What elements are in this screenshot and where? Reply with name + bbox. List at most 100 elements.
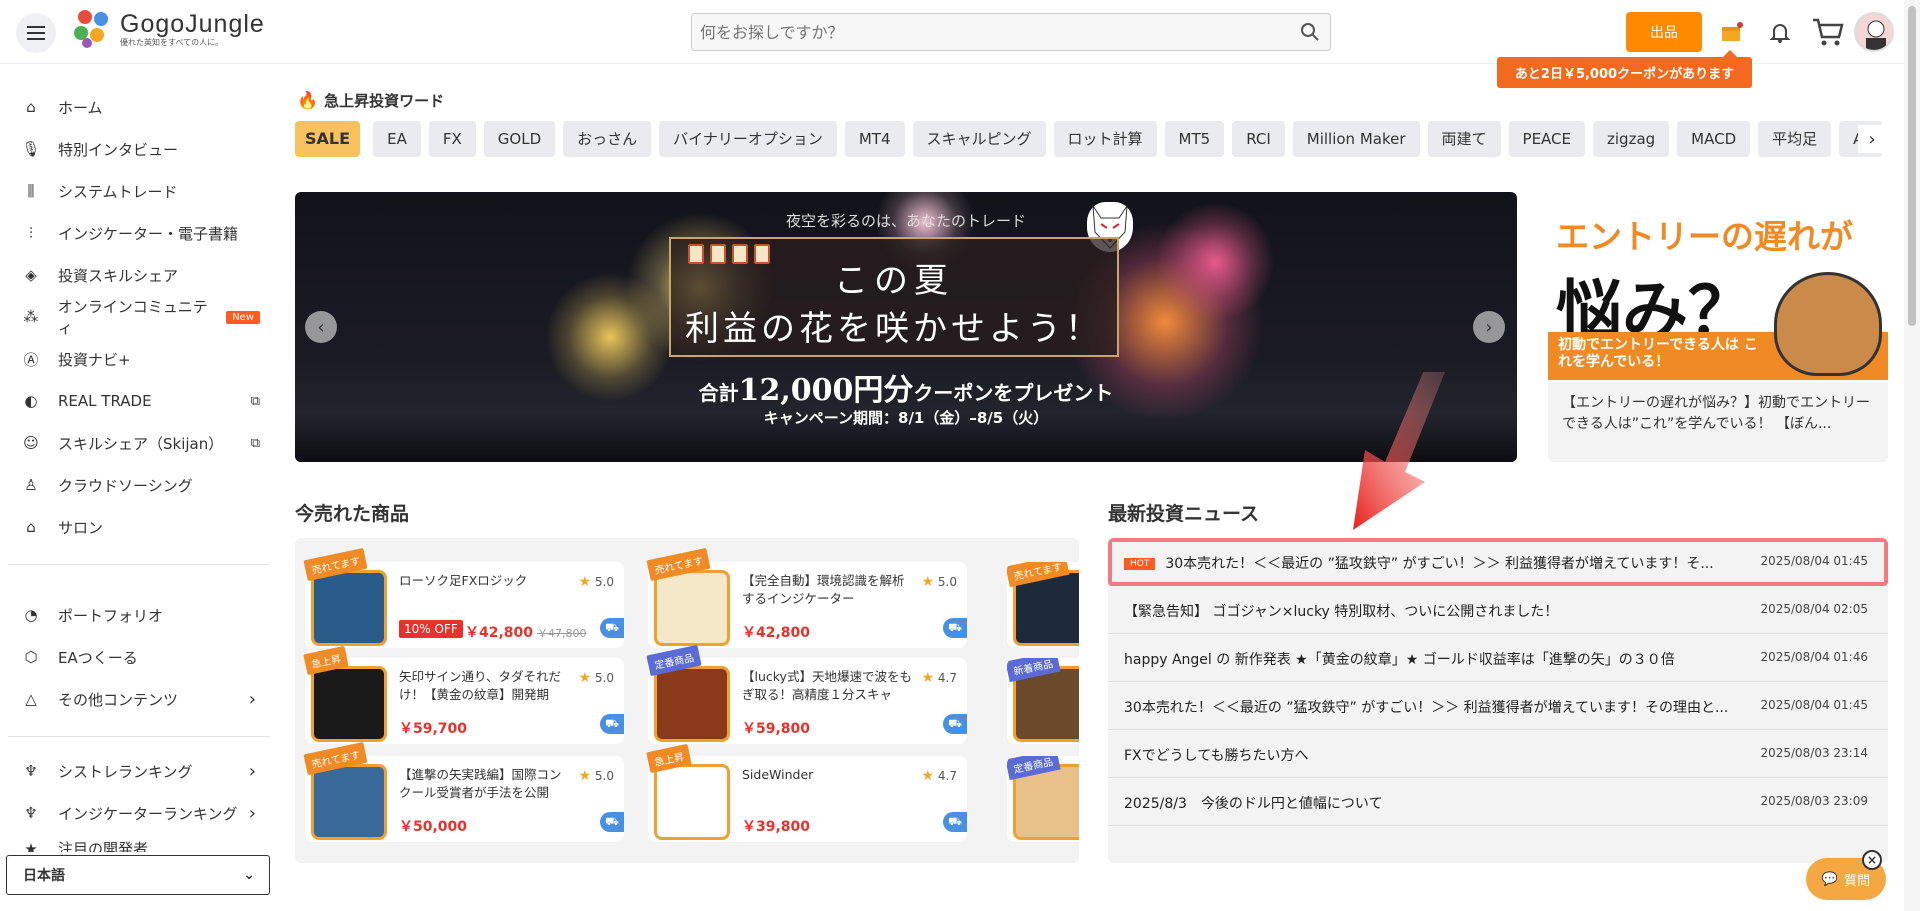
news-item[interactable]: 30本売れた！＜＜最近の ”猛攻鉄守” がすごい！＞＞ 利益獲得者が増えています…	[1108, 682, 1888, 730]
search-icon[interactable]	[1300, 22, 1320, 42]
hero-coupon-amount: 12,000円分	[738, 373, 914, 408]
carousel-prev-icon[interactable]: ‹	[305, 311, 337, 343]
trend-chip[interactable]: MT4	[844, 121, 905, 157]
sidebar-item[interactable]: ⌂ サロン	[20, 512, 260, 542]
sidebar-item[interactable]: ♙ クラウドソーシング	[20, 470, 260, 500]
sidebar-item[interactable]: △ その他コンテンツ ›	[20, 684, 260, 714]
coupon-tooltip[interactable]: あと2日￥5,000クーポンがあります	[1497, 50, 1752, 88]
news-item[interactable]: FXでどうしても勝ちたい方へ 2025/08/03 23:14	[1108, 730, 1888, 778]
logo-mark	[72, 8, 114, 50]
trend-chip[interactable]: RCI	[1232, 121, 1285, 157]
trend-chip[interactable]: MACD	[1677, 121, 1751, 157]
product-name: 【進撃の矢実践編】国際コンクール受賞者が手法を公開『日...	[399, 767, 562, 804]
skijan-icon: ☺	[23, 434, 39, 452]
promo-caption: 【エントリーの遅れが悩み？】初動でエントリーできる人は”これ”を学んでいる！ 【…	[1562, 395, 1870, 432]
trend-title: 🔥 急上昇投資ワード	[297, 90, 444, 111]
news-item[interactable]: HOT 30本売れた！＜＜最近の ”猛攻鉄守” がすごい！＞＞ 利益獲得者が増えて…	[1108, 538, 1888, 586]
sidebar-item-label: ポートフォリオ	[58, 606, 164, 625]
news-item[interactable]: 2025/8/3 今後のドル円と値幅について 2025/08/03 23:09	[1108, 778, 1888, 826]
star-icon: ★	[24, 840, 38, 852]
cart-icon[interactable]: ⛟	[943, 812, 967, 832]
cart-icon[interactable]: ⛟	[600, 618, 624, 638]
close-icon[interactable]: ×	[1862, 850, 1882, 870]
external-link-icon: ⧉	[250, 435, 260, 451]
trend-chip[interactable]: Million Maker	[1292, 121, 1420, 157]
rating-value: 5.0	[594, 671, 614, 685]
trend-chip[interactable]: ロット計算	[1053, 121, 1157, 157]
cart-icon[interactable]: ⛟	[943, 618, 967, 638]
news-title: FXでどうしても勝ちたい方へ	[1124, 745, 1754, 765]
cart-icon[interactable]	[1810, 18, 1846, 46]
product-card[interactable]: 定番商品【lucky式】天地爆速で波をもぎ取る！高精度１分スキャル！★ 4.7￥…	[646, 644, 967, 744]
navi-icon: Ⓐ	[23, 350, 39, 369]
carousel-next-icon[interactable]: ›	[1473, 311, 1505, 343]
trend-chip[interactable]: おっさん	[563, 121, 652, 157]
portfolio-icon: ◔	[24, 606, 38, 624]
chevron-down-icon: ⌄	[243, 867, 255, 883]
cart-icon[interactable]: ⛟	[600, 812, 624, 832]
sidebar-item[interactable]: ★ 注目の開発者	[20, 838, 260, 852]
sidebar-item[interactable]: ☺ スキルシェア（Skijan） ⧉	[20, 428, 260, 458]
sidebar-divider	[8, 736, 270, 737]
news-item[interactable]: 【緊急告知】 ゴゴジャン×lucky 特別取材、ついに公開されました！ 2025/…	[1108, 586, 1888, 634]
sell-button[interactable]: 出品	[1626, 12, 1702, 52]
chat-icon: 💬	[1821, 871, 1839, 887]
chevron-right-icon: ›	[248, 760, 256, 782]
product-card-partial[interactable]: 売れてます	[1007, 562, 1079, 648]
sidebar-item[interactable]: ⬡ EAつくーる	[20, 642, 260, 672]
search-input[interactable]	[692, 14, 1272, 50]
product-name: 【完全自動】環境認識を解析するインジケーター『AUTO...	[742, 573, 905, 610]
trend-chip[interactable]: EA	[373, 121, 421, 157]
coupon-icon[interactable]	[1718, 18, 1746, 46]
rating-value: 5.0	[594, 575, 614, 589]
sidebar-item[interactable]: ◔ ポートフォリオ	[20, 600, 260, 630]
trend-chip[interactable]: FX	[428, 121, 476, 157]
trend-chip[interactable]: GOLD	[483, 121, 556, 157]
cart-icon[interactable]: ⛟	[943, 714, 967, 734]
sidebar-item[interactable]: Ⓐ 投資ナビ+	[20, 344, 260, 374]
language-select[interactable]: 日本語 ⌄	[6, 855, 270, 895]
trend-chip[interactable]: MT5	[1164, 121, 1225, 157]
product-card[interactable]: 売れてます【完全自動】環境認識を解析するインジケーター『AUTO...★ 5.0…	[646, 547, 967, 648]
sidebar-item[interactable]: 🎙 特別インタビュー	[20, 134, 260, 164]
product-card-partial[interactable]: 新着商品	[1007, 658, 1079, 744]
sidebar-item[interactable]: ⌂ ホーム	[20, 92, 260, 122]
hot-badge: HOT	[1124, 558, 1156, 570]
product-card-partial[interactable]: 定番商品	[1007, 756, 1079, 842]
product-card[interactable]: 急上昇 SideWinder ★ 4.7 ￥39,800 ⛟	[646, 743, 967, 842]
logo[interactable]: GogoJungle 優れた英知をすべての人に。	[72, 8, 265, 50]
trend-chips: SALE EA FX GOLD おっさん バイナリーオプション MT4 スキャルピング ロット…	[295, 121, 1885, 157]
trend-chip[interactable]: zigzag	[1593, 121, 1670, 157]
product-card[interactable]: 売れてます ローソク足FXロジック ★ 5.0 10% OFF ￥42,800 ￥47,8…	[303, 547, 624, 648]
chevron-right-icon[interactable]: ›	[1858, 125, 1886, 153]
cart-icon[interactable]: ⛟	[600, 714, 624, 734]
trend-chip[interactable]: スキャルピング	[912, 121, 1046, 157]
trend-chip[interactable]: 両建て	[1427, 121, 1501, 157]
chip-sale[interactable]: SALE	[295, 121, 361, 157]
sidebar-item[interactable]: ◐ REAL TRADE ⧉	[20, 386, 260, 416]
menu-icon[interactable]	[16, 13, 56, 53]
trend-chip[interactable]: 平均足	[1758, 121, 1832, 157]
sidebar-item[interactable]: ◈ 投資スキルシェア	[20, 260, 260, 290]
sidebar-item[interactable]: ♆ シストレランキング ›	[20, 756, 260, 786]
sidebar-item[interactable]: ⁂ オンラインコミュニティ New	[20, 298, 260, 337]
news-title-text: 30本売れた！＜＜最近の ”猛攻鉄守” がすごい！＞＞ 利益獲得者が増えています…	[1124, 700, 1729, 716]
trend-chip[interactable]: バイナリーオプション	[659, 121, 837, 157]
product-rating: ★ 5.0	[579, 670, 614, 686]
sidebar-item[interactable]: ⫶ インジケーター・電子書籍	[20, 218, 260, 248]
home-icon: ⌂	[26, 98, 36, 116]
product-thumbnail	[654, 570, 730, 646]
news-item-partial[interactable]	[1108, 826, 1888, 863]
sidebar-item[interactable]: ♆ インジケーターランキング ›	[20, 798, 260, 828]
side-promo[interactable]: エントリーの遅れが 悩み？ 初動でエントリーできる人は これを学んでいる！ 【エ…	[1548, 192, 1888, 462]
trend-chip[interactable]: PEACE	[1508, 121, 1586, 157]
sidebar-item[interactable]: ⫼ システムトレード	[20, 176, 260, 206]
product-card[interactable]: 売れてます【進撃の矢実践編】国際コンクール受賞者が手法を公開『日...★ 5.0…	[303, 741, 624, 842]
news-date: 2025/08/03 23:09	[1760, 794, 1868, 808]
hero-banner[interactable]: 夜空を彩るのは、あなたのトレード この夏 利益の花を咲かせよう！ 合計12,00…	[295, 192, 1517, 462]
bell-icon[interactable]	[1766, 18, 1794, 46]
scrollbar[interactable]	[1904, 0, 1920, 911]
avatar[interactable]	[1854, 12, 1894, 52]
news-item[interactable]: happy Angel の 新作発表 ★「黄金の紋章」★ ゴールド収益率は「進撃…	[1108, 634, 1888, 682]
product-card[interactable]: 急上昇矢印サイン通り、タダそれだけ！【黄金の紋章】開発期間...★ 5.0￥59…	[303, 645, 624, 744]
